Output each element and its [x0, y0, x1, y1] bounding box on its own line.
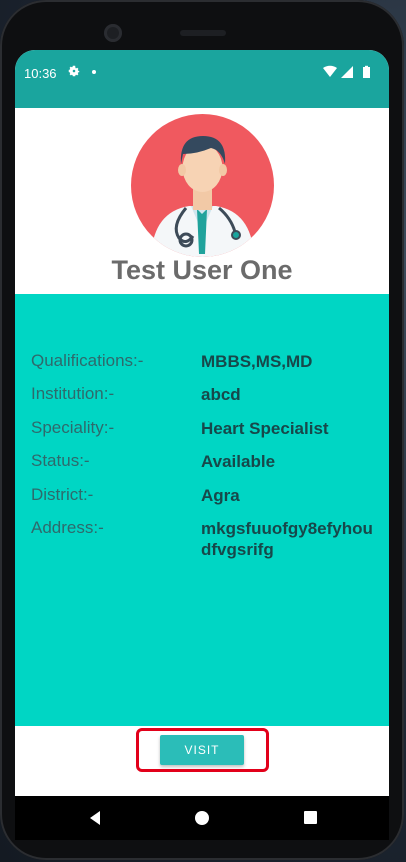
- navigation-bar: [15, 796, 389, 840]
- detail-value: MBBS,MS,MD: [201, 352, 313, 371]
- gear-icon: [68, 65, 80, 77]
- detail-label: Qualifications:-: [31, 351, 144, 370]
- highlight-box: [136, 728, 269, 772]
- back-icon[interactable]: [87, 810, 103, 826]
- detail-value: mkgsfuuofgy8efyhoudfvgsrifg: [201, 519, 373, 559]
- doctor-avatar-icon: [131, 114, 274, 257]
- notification-dot-icon: [92, 70, 96, 74]
- detail-value: abcd: [201, 385, 241, 404]
- profile-name: Test User One: [111, 255, 293, 285]
- speaker-grille: [180, 30, 226, 36]
- front-camera: [104, 24, 122, 42]
- detail-label: Status:-: [31, 451, 90, 470]
- detail-value: Heart Specialist: [201, 419, 329, 438]
- details-panel: Qualifications:- MBBS,MS,MD Institution:…: [15, 294, 389, 726]
- recents-icon[interactable]: [304, 811, 317, 824]
- detail-label: Institution:-: [31, 384, 115, 403]
- status-time: 10:36: [24, 66, 57, 81]
- battery-icon: [363, 67, 370, 78]
- home-icon[interactable]: [195, 811, 209, 825]
- detail-label: Speciality:-: [31, 418, 115, 437]
- detail-label: Address:-: [31, 518, 104, 537]
- status-bar: 10:36: [15, 50, 389, 108]
- wifi-icon: [323, 65, 337, 77]
- detail-label: District:-: [31, 485, 94, 504]
- detail-value: Agra: [201, 486, 240, 505]
- signal-icon: [341, 66, 353, 78]
- detail-value: Available: [201, 452, 276, 471]
- system-status-icons: [323, 65, 370, 78]
- app-screen: 10:36 Test User One Qualifications:- MBB…: [15, 50, 389, 834]
